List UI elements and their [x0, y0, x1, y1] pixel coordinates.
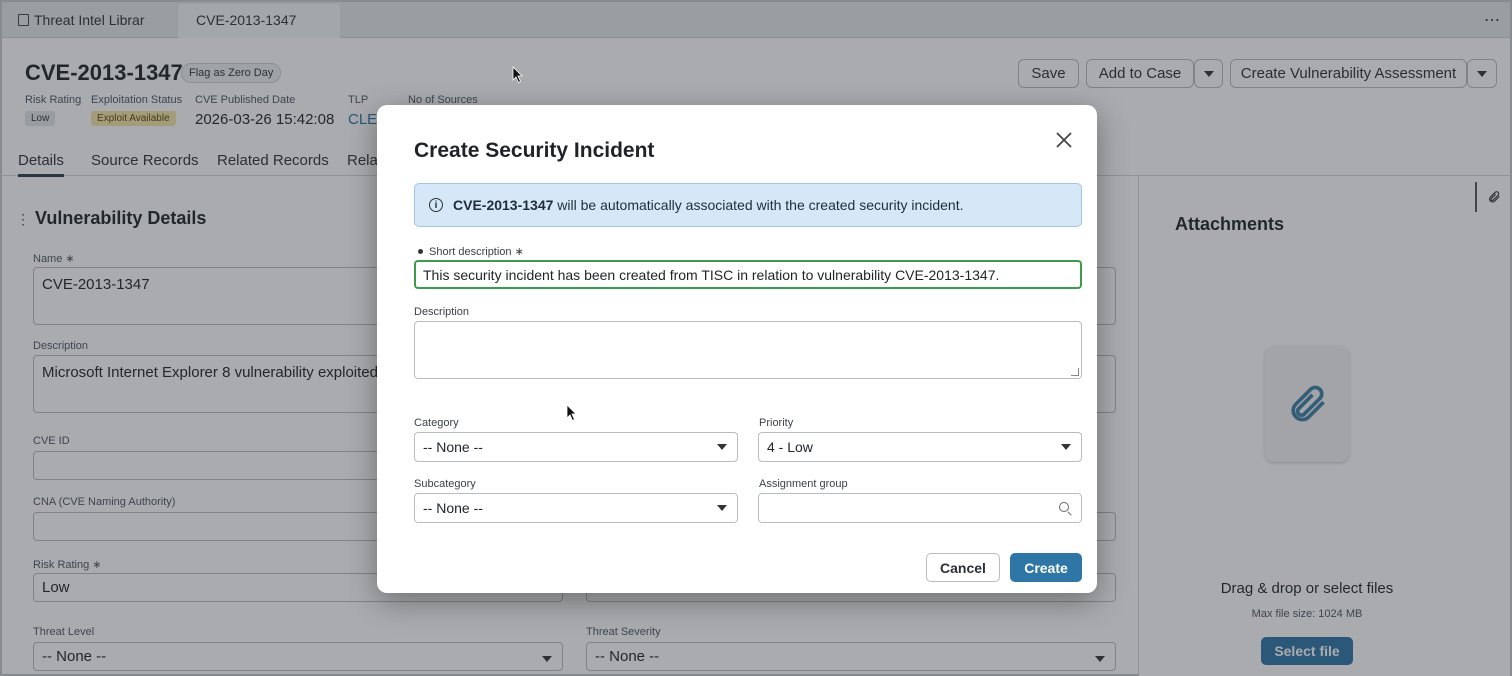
mouse-cursor-icon	[566, 404, 577, 422]
info-icon: i	[429, 198, 443, 212]
assignment-group-input[interactable]	[758, 493, 1082, 523]
cancel-button[interactable]: Cancel	[926, 553, 1000, 582]
category-label: Category	[414, 417, 459, 429]
assignment-group-label: Assignment group	[759, 478, 848, 490]
chevron-down-icon	[1061, 444, 1071, 450]
search-icon[interactable]	[1059, 502, 1069, 512]
priority-label: Priority	[759, 417, 794, 429]
short-description-label-text: Short description ∗	[429, 246, 524, 258]
chevron-down-icon	[717, 444, 727, 450]
mouse-cursor-icon	[512, 66, 523, 84]
subcategory-label: Subcategory	[414, 478, 476, 490]
short-description-label: Short description ∗	[418, 245, 524, 258]
priority-select[interactable]: 4 - Low	[758, 432, 1082, 462]
info-banner: i CVE-2013-1347 will be automatically as…	[414, 183, 1082, 227]
chevron-down-icon	[717, 505, 727, 511]
description-label: Description	[414, 306, 470, 318]
required-indicator	[418, 249, 423, 254]
info-text: will be automatically associated with th…	[553, 197, 964, 213]
short-description-input[interactable]: This security incident has been created …	[414, 260, 1082, 289]
priority-value: 4 - Low	[767, 439, 813, 455]
close-icon[interactable]	[1054, 130, 1074, 150]
modal-title: Create Security Incident	[414, 139, 655, 162]
category-value: -- None --	[423, 439, 483, 455]
subcategory-select[interactable]: -- None --	[414, 493, 738, 523]
category-select[interactable]: -- None --	[414, 432, 738, 462]
subcategory-value: -- None --	[423, 500, 483, 516]
info-cve-id: CVE-2013-1347	[453, 197, 554, 213]
description-textarea[interactable]	[414, 321, 1082, 379]
create-incident-modal: Create Security Incident i CVE-2013-1347…	[377, 105, 1097, 593]
create-button[interactable]: Create	[1010, 553, 1082, 582]
